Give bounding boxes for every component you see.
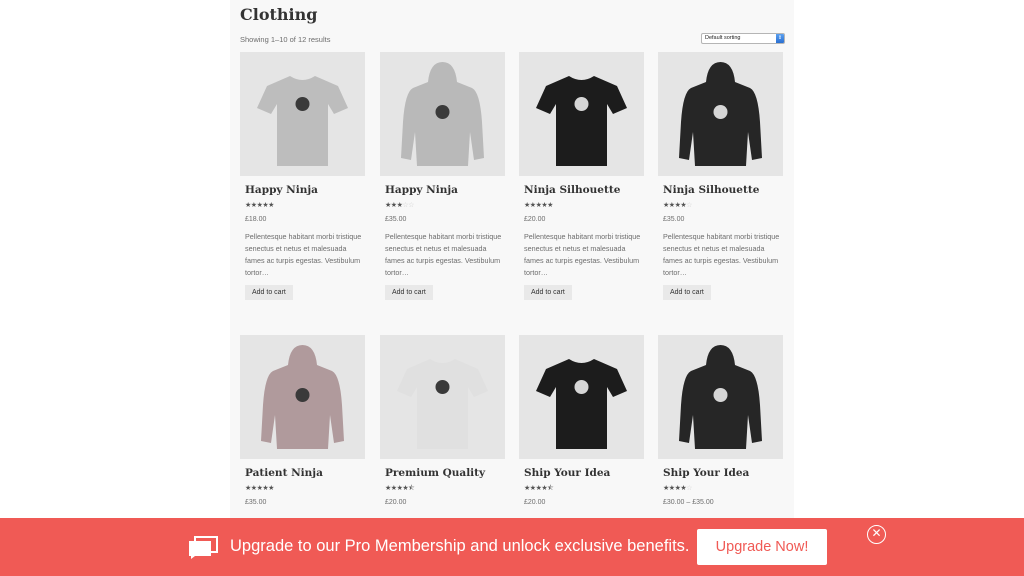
product-card[interactable]: Premium Quality ★★★★⯪ £20.00 <box>380 335 506 506</box>
close-icon[interactable]: ✕ <box>867 525 886 544</box>
product-card[interactable]: Happy Ninja ★★★★★ £18.00 Pellentesque habit… <box>240 52 366 300</box>
star-icon: ☆ <box>686 202 692 209</box>
hoodie-image <box>401 62 484 166</box>
banner-message: Upgrade to our Pro Membership and unlock… <box>230 537 690 555</box>
star-icon: ⯪ <box>547 485 554 492</box>
product-image[interactable] <box>519 335 644 459</box>
add-to-cart-button[interactable]: Add to cart <box>663 285 711 300</box>
product-image[interactable] <box>240 52 365 176</box>
product-description: Pellentesque habitant morbi tristique se… <box>385 232 502 277</box>
star-icon: ☆ <box>408 202 414 209</box>
product-price: £18.00 <box>245 216 267 223</box>
t-shirt-image <box>536 359 627 449</box>
star-rating: ★★★★⯪ <box>385 484 506 494</box>
product-image[interactable] <box>240 335 365 459</box>
product-card[interactable]: Ninja Silhouette ★★★★☆ £35.00 Pellentesque … <box>658 52 784 300</box>
hoodie-image <box>679 62 762 166</box>
product-title[interactable]: Patient Ninja <box>245 467 366 479</box>
star-icon: ★ <box>268 485 274 492</box>
star-icon: ★ <box>268 202 274 209</box>
add-to-cart-button[interactable]: Add to cart <box>385 285 433 300</box>
star-rating: ★★★★★ <box>245 484 366 494</box>
star-rating: ★★★★⯪ <box>524 484 645 494</box>
star-icon: ★ <box>547 202 553 209</box>
sort-select[interactable]: Default sorting ⇕ <box>701 33 785 44</box>
star-icon: ☆ <box>686 485 692 492</box>
star-rating: ★★★☆☆ <box>385 201 506 211</box>
product-price: £20.00 <box>524 216 546 223</box>
product-image[interactable] <box>658 335 783 459</box>
product-description: Pellentesque habitant morbi tristique se… <box>524 232 641 277</box>
product-image[interactable] <box>519 52 644 176</box>
hoodie-image <box>261 345 344 449</box>
product-title[interactable]: Happy Ninja <box>385 184 506 196</box>
product-card[interactable]: Ninja Silhouette ★★★★★ £20.00 Pellentesque … <box>519 52 645 300</box>
product-price: £35.00 <box>245 499 267 506</box>
star-rating: ★★★★☆ <box>663 201 784 211</box>
t-shirt-image <box>536 76 627 166</box>
hoodie-image <box>679 345 762 449</box>
t-shirt-image <box>397 359 488 449</box>
result-count: Showing 1–10 of 12 results <box>240 35 331 44</box>
product-card[interactable]: Patient Ninja ★★★★★ £35.00 <box>240 335 366 506</box>
product-image[interactable] <box>380 335 505 459</box>
chat-bubbles-icon <box>189 536 218 559</box>
upgrade-banner: Upgrade to our Pro Membership and unlock… <box>0 518 1024 576</box>
product-description: Pellentesque habitant morbi tristique se… <box>245 232 362 277</box>
chevron-updown-icon: ⇕ <box>776 34 784 43</box>
product-title[interactable]: Premium Quality <box>385 467 506 479</box>
product-price: £20.00 <box>385 499 407 506</box>
product-description: Pellentesque habitant morbi tristique se… <box>663 232 780 277</box>
product-title[interactable]: Ship Your Idea <box>663 467 784 479</box>
product-archive: Clothing Showing 1–10 of 12 results Defa… <box>230 0 794 576</box>
add-to-cart-button[interactable]: Add to cart <box>245 285 293 300</box>
product-card[interactable]: Ship Your Idea ★★★★☆ £30.00 – £35.00 <box>658 335 784 506</box>
product-card[interactable]: Happy Ninja ★★★☆☆ £35.00 Pellentesque habit… <box>380 52 506 300</box>
sort-select-value: Default sorting <box>705 35 741 41</box>
star-rating: ★★★★☆ <box>663 484 784 494</box>
product-image[interactable] <box>658 52 783 176</box>
add-to-cart-button[interactable]: Add to cart <box>524 285 572 300</box>
product-title[interactable]: Ninja Silhouette <box>524 184 645 196</box>
t-shirt-image <box>257 76 348 166</box>
product-price: £35.00 <box>663 216 685 223</box>
product-title[interactable]: Happy Ninja <box>245 184 366 196</box>
star-icon: ⯪ <box>408 485 415 492</box>
page-title: Clothing <box>240 5 318 24</box>
product-price: £30.00 – £35.00 <box>663 499 714 506</box>
star-rating: ★★★★★ <box>524 201 645 211</box>
upgrade-now-button[interactable]: Upgrade Now! <box>697 529 827 565</box>
product-title[interactable]: Ninja Silhouette <box>663 184 784 196</box>
product-title[interactable]: Ship Your Idea <box>524 467 645 479</box>
product-price: £35.00 <box>385 216 407 223</box>
product-image[interactable] <box>380 52 505 176</box>
product-price: £20.00 <box>524 499 546 506</box>
product-card[interactable]: Ship Your Idea ★★★★⯪ £20.00 <box>519 335 645 506</box>
star-rating: ★★★★★ <box>245 201 366 211</box>
